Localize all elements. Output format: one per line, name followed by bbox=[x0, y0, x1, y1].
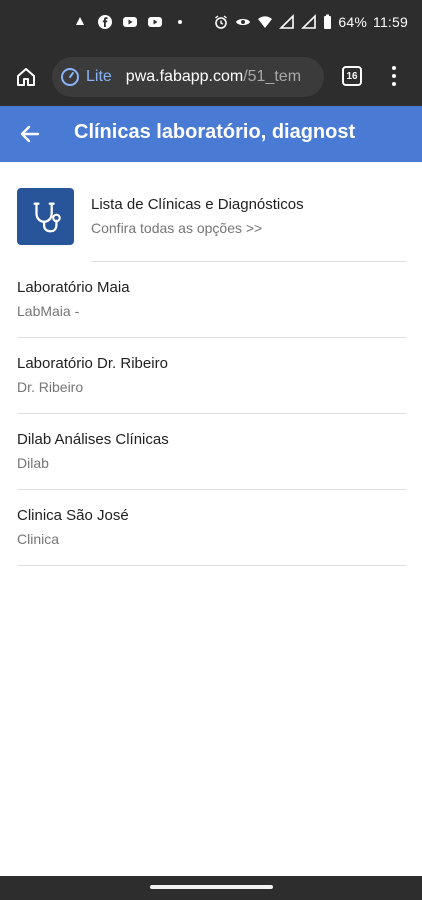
lite-mode-icon bbox=[61, 68, 79, 86]
featured-subtitle: Confira todas as opções >> bbox=[91, 220, 263, 236]
system-status: 64% 11:59 bbox=[213, 14, 408, 30]
youtube-icon bbox=[147, 14, 163, 30]
item-title: Clinica São José bbox=[17, 507, 129, 524]
list-item[interactable]: Dilab Análises Clínicas Dilab bbox=[0, 414, 422, 490]
eye-icon bbox=[235, 14, 251, 30]
signal-icon bbox=[301, 14, 317, 30]
clinic-list: Laboratório Maia LabMaia - Laboratório D… bbox=[0, 262, 422, 566]
arrow-left-icon bbox=[20, 125, 40, 143]
alarm-icon bbox=[213, 14, 229, 30]
item-title: Laboratório Maia bbox=[17, 279, 130, 296]
tab-switcher-button[interactable]: 16 bbox=[342, 66, 362, 86]
battery-percent: 64% bbox=[338, 14, 367, 30]
battery-icon bbox=[323, 14, 332, 30]
url-path: /51_tem bbox=[243, 68, 302, 85]
url-host: pwa.fabapp.com bbox=[125, 68, 244, 85]
address-bar[interactable]: Lite pwa.fabapp.com/51_tem bbox=[52, 57, 324, 97]
item-title: Laboratório Dr. Ribeiro bbox=[17, 355, 168, 372]
lite-mode-label: Lite bbox=[86, 68, 112, 85]
list-item[interactable]: Laboratório Maia LabMaia - bbox=[0, 262, 422, 338]
item-subtitle: Dilab bbox=[17, 455, 49, 471]
page-title: Clínicas laboratório, diagnost bbox=[74, 121, 356, 143]
stethoscope-icon bbox=[17, 188, 74, 245]
clock: 11:59 bbox=[373, 14, 408, 30]
featured-title: Lista de Clínicas e Diagnósticos bbox=[91, 196, 304, 213]
system-navigation-bar bbox=[0, 876, 422, 900]
youtube-icon bbox=[122, 14, 138, 30]
gesture-handle[interactable] bbox=[150, 885, 273, 889]
facebook-icon bbox=[97, 14, 113, 30]
list-item[interactable]: Laboratório Dr. Ribeiro Dr. Ribeiro bbox=[0, 338, 422, 414]
dot-icon bbox=[172, 14, 188, 30]
list-item[interactable]: Clinica São José Clinica bbox=[0, 490, 422, 566]
signal-icon bbox=[279, 14, 295, 30]
back-button[interactable] bbox=[16, 120, 44, 148]
divider bbox=[17, 565, 407, 566]
home-button[interactable] bbox=[12, 63, 40, 91]
item-subtitle: Dr. Ribeiro bbox=[17, 379, 84, 395]
featured-list-item[interactable]: Lista de Clínicas e Diagnósticos Confira… bbox=[0, 178, 422, 262]
app-header: Clínicas laboratório, diagnost bbox=[0, 106, 422, 162]
notification-icons bbox=[72, 14, 188, 30]
status-bar: 64% 11:59 bbox=[0, 0, 422, 48]
browser-toolbar: Lite pwa.fabapp.com/51_tem 16 bbox=[0, 48, 422, 106]
item-subtitle: LabMaia - bbox=[17, 303, 80, 319]
home-icon bbox=[17, 68, 35, 86]
item-subtitle: Clinica bbox=[17, 531, 60, 547]
wifi-icon bbox=[257, 14, 273, 30]
more-vertical-icon[interactable] bbox=[384, 64, 404, 88]
item-title: Dilab Análises Clínicas bbox=[17, 431, 169, 448]
app-notification-icon bbox=[72, 14, 88, 30]
